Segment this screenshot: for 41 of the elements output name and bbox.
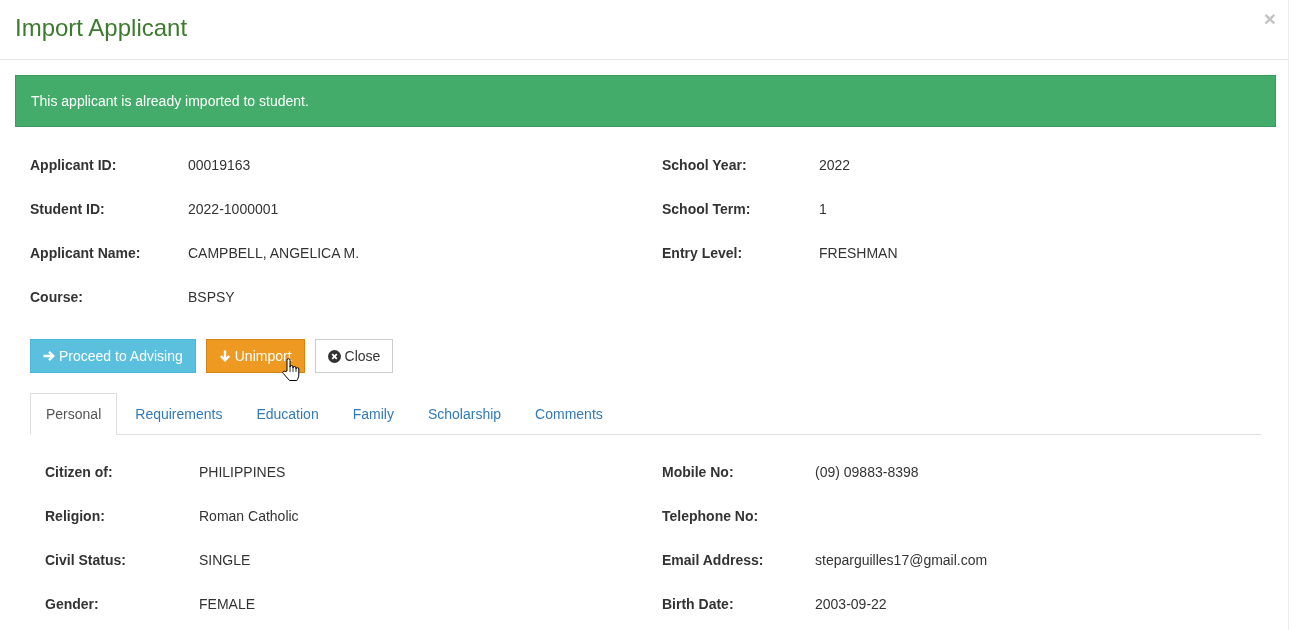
field-value: CAMPBELL, ANGELICA M.: [188, 243, 360, 263]
field-label: Applicant Name:: [30, 243, 142, 263]
tab[interactable]: Requirements: [119, 393, 239, 435]
field-value: PHILIPPINES: [199, 462, 286, 482]
field-value: FRESHMAN: [819, 243, 898, 263]
field-value: (09) 09883-8398: [815, 462, 919, 482]
window-title: Import Applicant: [15, 15, 188, 41]
field-label: School Year:: [662, 155, 748, 175]
field-value: 2003-09-22: [815, 594, 887, 614]
field-value: SINGLE: [199, 550, 251, 570]
field-value: Roman Catholic: [199, 506, 299, 526]
field-label: Mobile No:: [662, 462, 735, 482]
field-label: Telephone No:: [662, 506, 760, 526]
arrow-down-icon: [218, 350, 231, 362]
field-value: BSPSY: [188, 287, 235, 307]
arrow-right-icon: [43, 350, 55, 362]
field-label: Civil Status:: [45, 550, 127, 570]
tab[interactable]: Comments: [519, 393, 619, 435]
field-label: Gender:: [45, 594, 100, 614]
tab[interactable]: Personal: [30, 393, 118, 435]
field-label: Religion:: [45, 506, 106, 526]
field-label: Email Address:: [662, 550, 765, 570]
field-value: 2022-1000001: [188, 199, 279, 219]
field-label: Birth Date:: [662, 594, 735, 614]
tab[interactable]: Scholarship: [411, 393, 518, 435]
circle-x-icon: [327, 349, 341, 363]
field-value: 1: [819, 199, 827, 219]
field-value: 00019163: [188, 155, 251, 175]
field-value: 2022: [819, 155, 851, 175]
success-alert: This applicant is already imported to student.: [15, 75, 1276, 127]
field-label: School Term:: [662, 199, 752, 219]
close-button[interactable]: Close: [314, 339, 394, 373]
field-label: Applicant ID:: [30, 155, 118, 175]
field-label: Citizen of:: [45, 462, 114, 482]
field-value: steparguilles17@gmail.com: [815, 550, 988, 570]
tab[interactable]: Education: [240, 393, 335, 435]
field-label: Student ID:: [30, 199, 106, 219]
field-label: Course:: [30, 287, 84, 307]
field-value: FEMALE: [199, 594, 255, 614]
field-label: Entry Level:: [662, 243, 744, 263]
tab[interactable]: Family: [336, 393, 410, 435]
